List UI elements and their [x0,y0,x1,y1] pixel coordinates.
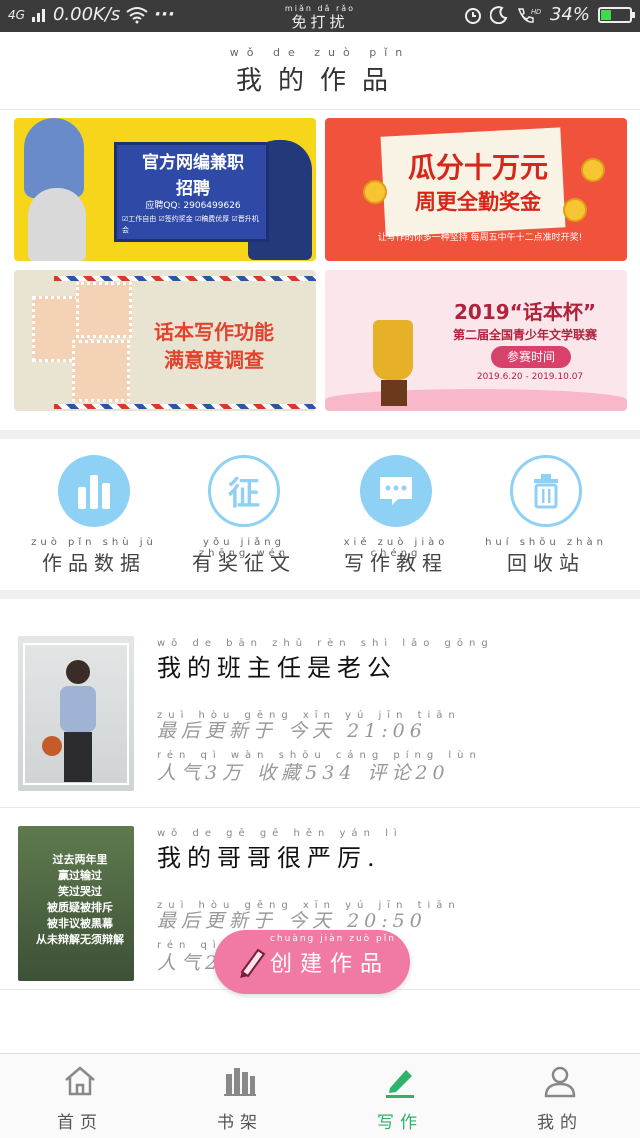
banner-bonus[interactable]: 瓜分十万元 周更全勤奖金 让写作的你多一种坚持 每周五中午十二点准时开奖! [325,118,627,261]
banner-contact: 应聘QQ: 2906499626 [145,201,241,211]
stamp-decor [72,340,130,402]
tab-label: 我的 [537,1113,583,1133]
create-pinyin: chuàng jiàn zuò pǐn [269,934,396,944]
cover-line: 被非议被黑幕 [47,917,113,930]
cover-line: 从未辩解无须辩解 [36,933,124,946]
tool-tutorial[interactable]: xiě zuò jiào chéng 写作教程 [331,455,461,576]
work-updated: 最后更新于 今天 21:06 [157,720,427,742]
page-title: 我的作品 [235,66,404,96]
tool-pinyin: yǒu jiǎng zhēng wén [198,537,290,559]
tab-mine[interactable]: 我的 [480,1064,640,1133]
tool-pinyin: xiě zuò jiào chéng [343,537,449,559]
tool-works-data[interactable]: zuò pǐn shù jù 作品数据 [29,455,159,576]
battery-percent: 34% [549,4,590,25]
create-work-button[interactable]: chuàng jiàn zuò pǐn 创建作品 [214,930,410,994]
trophy-base [381,380,407,406]
tool-contest[interactable]: 征 yǒu jiǎng zhēng wén 有奖征文 [179,455,309,576]
banner-subtitle: 周更全勤奖金 [415,190,541,214]
cover-line: 赢过输过 [58,869,102,882]
wave-decor [325,389,627,411]
cover-line: 笑过哭过 [58,885,102,898]
cover-text: 过去两年里 赢过输过 笑过哭过 被质疑被排斥 被非议被黑幕 从未辩解无须辩解 [30,852,130,948]
cover-line: 过去两年里 [52,853,108,866]
banner-tags: ☑工作自由 ☑签约奖金 ☑稿费优厚 ☑晋升机会 [122,215,259,234]
illustration-person [28,188,86,261]
work-cover [18,636,134,791]
work-item[interactable]: wǒ de bān zhǔ rèn shì lǎo gōng 我的班主任是老公 … [0,628,640,808]
work-updated: 最后更新于 今天 20:50 [157,910,427,932]
work-stats: 人气2 [157,952,223,974]
tool-label: 回收站 [507,551,585,575]
section-divider [0,430,640,439]
trophy-icon [373,320,413,380]
svg-text:HD: HD [531,9,541,16]
banner-subtitle: 第二届全国青少年文学联赛 [452,328,597,342]
banner-title: 话本写作功能 [154,320,274,344]
bookshelf-icon [224,1068,256,1096]
tab-home[interactable]: 首页 [0,1064,160,1133]
bottom-tab-bar: 首页 书架 写作 我的 [0,1053,640,1138]
banner-recruit[interactable]: 官方网编兼职 招聘 应聘QQ: 2906499626 ☑工作自由 ☑签约奖金 ☑… [14,118,316,261]
banner-title: 官方网编兼职 [142,153,244,173]
work-cover: 过去两年里 赢过输过 笑过哭过 被质疑被排斥 被非议被黑幕 从未辩解无须辩解 [18,826,134,981]
tool-pinyin: huí shōu zhàn [485,537,607,548]
pencil-icon [240,948,266,978]
tab-label: 首页 [57,1113,103,1133]
tool-label: 作品数据 [42,551,146,575]
airmail-stripe [54,276,316,281]
tab-label: 书架 [217,1113,263,1133]
trash-icon [510,455,582,527]
create-label-wrap: chuàng jiàn zuò pǐn 创建作品 [269,934,394,978]
tool-pinyin: zuò pǐn shù jù [31,537,157,548]
status-right: HD 34% [464,4,635,25]
illustration-person [24,118,84,198]
banner-subtitle: 招聘 [176,179,210,199]
work-stats: 人气3万 收藏534 评论20 [157,762,450,784]
bar-chart-icon [58,455,130,527]
home-icon [65,1066,95,1096]
banner-note: 让写作的你多一种坚持 每周五中午十二点准时开奖! [377,233,583,243]
tab-bookshelf[interactable]: 书架 [160,1064,320,1133]
banner-contest[interactable]: 2019“话本杯” 第二届全国青少年文学联赛 参赛时间 2019.6.20 - … [325,270,627,411]
zheng-glyph: 征 [227,474,260,512]
hd-call-icon: HD [517,7,541,23]
tool-recycle-bin[interactable]: huí shōu zhàn 回收站 [481,455,611,576]
cover-line: 被质疑被排斥 [47,901,113,914]
page-title-pinyin: wǒ de zuò pǐn [229,46,411,59]
banner-survey[interactable]: 话本写作功能 满意度调查 [14,270,316,411]
section-divider [0,590,640,599]
zheng-icon: 征 [208,455,280,527]
banner-subtitle: 满意度调查 [164,348,264,372]
person-icon [544,1066,576,1098]
banner-dates: 2019.6.20 - 2019.10.07 [476,372,584,382]
airmail-stripe [54,404,316,409]
pen-icon [386,1070,414,1098]
battery-icon [598,6,635,23]
moon-icon [489,5,508,24]
tab-label: 写作 [377,1113,423,1133]
chat-bubble-icon [360,455,432,527]
tab-write[interactable]: 写作 [320,1064,480,1133]
coin-icon [581,158,605,182]
status-bar: 4G 0.00K/s ··· miǎn dǎ rǎo 免打扰 HD 34% [0,0,640,32]
alarm-icon [464,7,481,24]
banner-pill: 参赛时间 [491,346,571,368]
banner-title: 2019“话本杯” [454,300,596,324]
work-title: 我的班主任是老公 [157,654,397,682]
work-title: 我的哥哥很严厉. [157,844,381,872]
banner-title: 瓜分十万元 [407,151,548,184]
page-header: wǒ de zuò pǐn 我的作品 [0,32,640,110]
create-label: 创建作品 [269,952,390,977]
